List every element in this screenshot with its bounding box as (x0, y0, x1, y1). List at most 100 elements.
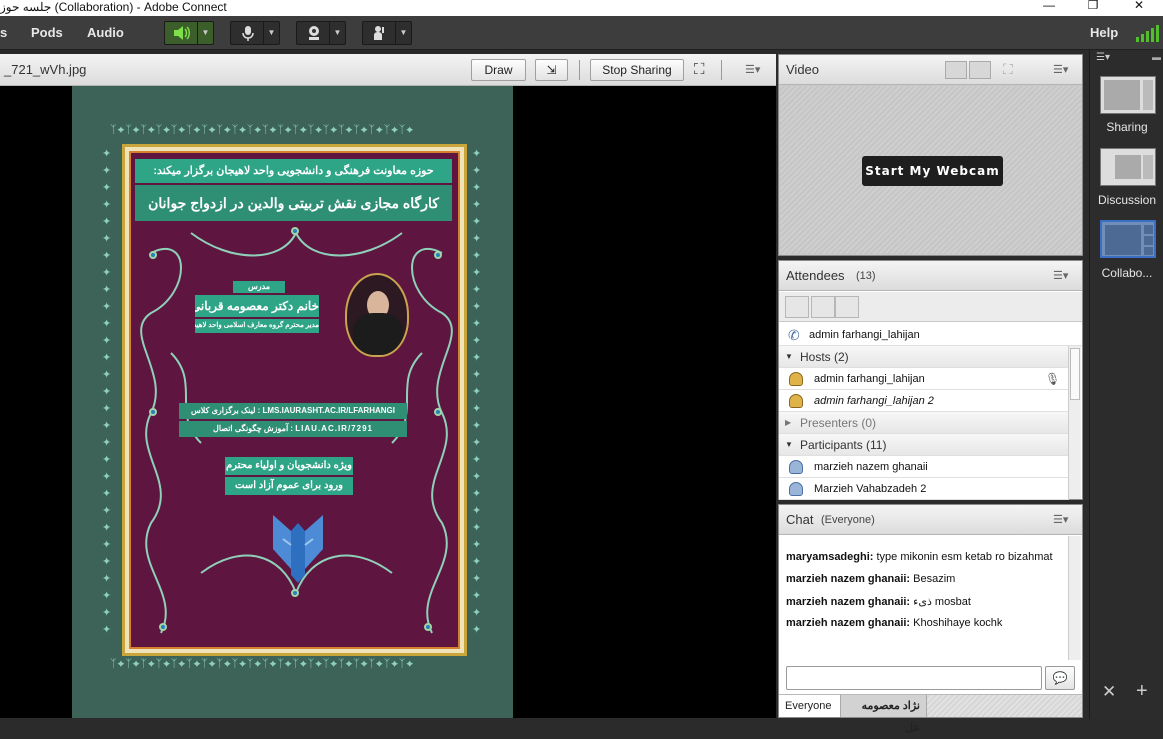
layouts-collapse-icon[interactable]: ▬ (1152, 52, 1161, 62)
window-title: جلسه حوز (Collaboration) - Adobe Connect (0, 0, 227, 14)
minimize-button[interactable]: — (1026, 0, 1072, 16)
layout-collaboration-thumb[interactable] (1100, 220, 1156, 258)
poster-teacher-label: مدرس (233, 281, 285, 293)
single-view-icon[interactable] (969, 61, 991, 79)
window-titlebar: جلسه حوز (Collaboration) - Adobe Connect… (0, 0, 1163, 16)
layout-sharing-thumb[interactable] (1100, 76, 1156, 114)
add-layout-icon[interactable]: + (1136, 680, 1148, 703)
list-view-icon[interactable] (785, 296, 809, 318)
layout-sharing-label[interactable]: Sharing (1094, 120, 1160, 134)
layouts-menu-icon[interactable]: ☰▾ (1096, 52, 1110, 63)
pod-menu-icon[interactable]: ☰▾ (1053, 513, 1068, 526)
attendee-row[interactable]: Marzieh Vahabzadeh 2 (779, 478, 1069, 500)
expand-icon: ▼ (785, 352, 793, 361)
participants-group-header[interactable]: ▼ Participants (11) (779, 434, 1069, 456)
host-icon (789, 394, 803, 408)
ornament-dot (291, 589, 299, 597)
chat-message: marzieh nazem ghanaii: Besazim (786, 573, 955, 585)
sync-icon: ⇲ (546, 63, 557, 77)
maximize-button[interactable]: ❐ (1070, 0, 1116, 16)
share-pod: _721_wVh.jpg Draw ⇲ Stop Sharing ⛶ ☰▾ ᛉ✦… (0, 54, 776, 718)
chat-text: type mikonin esm ketab ro bizahmat (873, 551, 1053, 563)
menu-help[interactable]: Help (1090, 25, 1118, 40)
raise-hand-icon (367, 25, 393, 41)
pod-menu-icon[interactable]: ☰▾ (1053, 269, 1068, 282)
layouts-bar: ☰▾ ▬ Sharing Discussion Collabo... ✕ + (1089, 50, 1163, 719)
chat-sender: maryamsadeghi: (786, 551, 874, 563)
send-message-button[interactable]: 💬 (1045, 666, 1075, 690)
attendee-name: admin farhangi_lahijan (814, 373, 925, 385)
expand-icon: ▼ (785, 440, 793, 449)
stop-sharing-button[interactable]: Stop Sharing (590, 59, 684, 81)
ornament-dot (159, 623, 167, 631)
draw-button[interactable]: Draw (471, 59, 526, 81)
attendee-row[interactable]: marzieh nazem ghanaii (779, 456, 1069, 478)
close-button[interactable]: ✕ (1116, 0, 1162, 16)
poster-frame: حوزه معاونت فرهنگی و دانشجویی واحد لاهیج… (122, 144, 467, 656)
close-layout-icon[interactable]: ✕ (1102, 682, 1116, 702)
chat-text: Khoshihaye kochk (910, 617, 1003, 629)
attendees-scrollbar[interactable] (1068, 346, 1081, 499)
layout-collaboration-label[interactable]: Collabo... (1094, 266, 1160, 280)
chevron-down-icon[interactable]: ▼ (263, 22, 279, 44)
ornament-dot (149, 251, 157, 259)
left-ornament: ✦ ✦ ✦ ✦ ✦ ✦ ✦ ✦ ✦ ✦ ✦ ✦ ✦ ✦ ✦ ✦ ✦ ✦ ✦ ✦ … (102, 148, 113, 636)
ornament-dot (434, 251, 442, 259)
layout-discussion-thumb[interactable] (1100, 148, 1156, 186)
chevron-down-icon[interactable]: ▼ (329, 22, 345, 44)
pod-menu-icon[interactable]: ☰▾ (1053, 63, 1068, 76)
microphone-icon (235, 25, 261, 41)
chat-message-input[interactable] (786, 666, 1042, 690)
hosts-group-label: Hosts (2) (800, 350, 849, 364)
breakout-icon[interactable] (811, 296, 835, 318)
chat-text: Besazim (910, 573, 956, 585)
poster-header-line2: کارگاه مجازی نقش تربیتی والدین در ازدواج… (135, 185, 452, 221)
poster-link-line1: لینک برگزاری کلاس : LMS.IAURASHT.AC.IR/L… (179, 403, 407, 419)
poster-teacher-name: خانم دکتر معصومه قربانی (195, 295, 319, 317)
chat-pod-header: Chat (Everyone) ☰▾ (779, 505, 1082, 535)
poster-inner: حوزه معاونت فرهنگی و دانشجویی واحد لاهیج… (129, 151, 460, 649)
share-pod-header: _721_wVh.jpg Draw ⇲ Stop Sharing ⛶ ☰▾ (0, 54, 776, 86)
connection-status-icon (1136, 25, 1159, 42)
presenters-group-header[interactable]: ▶ Presenters (0) (779, 412, 1069, 434)
layout-discussion-label[interactable]: Discussion (1094, 193, 1160, 207)
attendee-count: (13) (856, 270, 876, 282)
fullscreen-icon[interactable]: ⛶ (1003, 61, 1013, 78)
start-webcam-button[interactable]: Start My Webcam (862, 156, 1003, 186)
fullscreen-icon[interactable]: ⛶ (694, 61, 705, 78)
self-name: admin farhangi_lahijan (809, 329, 920, 341)
webcam-toggle[interactable]: ▼ (296, 21, 346, 45)
menu-pods[interactable]: Pods (31, 25, 63, 40)
attendees-pod: Attendees (13) ☰▾ ✆ admin farhangi_lahij… (778, 260, 1083, 500)
chat-pod: Chat (Everyone) ☰▾ maryamsadeghi: type m… (778, 504, 1083, 734)
hosts-group-header[interactable]: ▼ Hosts (2) (779, 346, 1069, 368)
chevron-down-icon[interactable]: ▼ (197, 22, 213, 44)
speaker-toggle[interactable]: ▼ (164, 21, 214, 45)
attendee-name: marzieh nazem ghanaii (814, 461, 928, 473)
tab-everyone[interactable]: Everyone (779, 695, 841, 717)
attendee-row[interactable]: admin farhangi_lahijan 2 (779, 390, 1069, 412)
attendees-pod-header: Attendees (13) ☰▾ (779, 261, 1082, 291)
menu-meeting[interactable]: s (0, 25, 7, 40)
microphone-active-icon: 🎙 (1045, 372, 1061, 386)
participant-icon (789, 482, 803, 496)
tab-private-chat[interactable]: نژاد معصومه عل (841, 695, 927, 734)
chat-message: maryamsadeghi: type mikonin esm ketab ro… (786, 551, 1053, 563)
chevron-down-icon[interactable]: ▼ (395, 22, 411, 44)
menu-audio[interactable]: Audio (87, 25, 124, 40)
phone-icon: ✆ (788, 327, 800, 343)
participant-icon (789, 460, 803, 474)
grid-view-icon[interactable] (945, 61, 967, 79)
chat-pod-title: Chat (786, 512, 814, 527)
chat-sender: marzieh nazem ghanaii: (786, 573, 911, 585)
microphone-toggle[interactable]: ▼ (230, 21, 280, 45)
ornament-dot (149, 408, 157, 416)
attendee-row[interactable]: admin farhangi_lahijan 🎙 (779, 368, 1069, 390)
chat-scrollbar[interactable] (1068, 536, 1081, 660)
raise-hand-toggle[interactable]: ▼ (362, 21, 412, 45)
sync-button[interactable]: ⇲ (535, 59, 568, 81)
status-view-icon[interactable] (835, 296, 859, 318)
pod-menu-icon[interactable]: ☰▾ (745, 63, 760, 76)
scroll-thumb[interactable] (1070, 348, 1080, 400)
poster-teacher-desc: مدیر محترم گروه معارف اسلامی واحد لاهیجا… (195, 319, 319, 333)
